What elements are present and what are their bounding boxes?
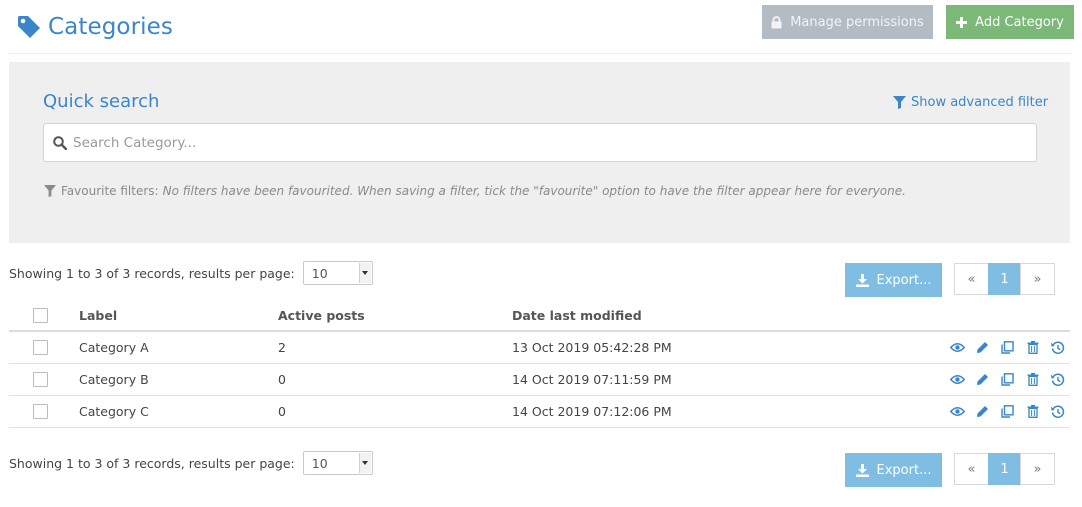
records-summary-top: Showing 1 to 3 of 3 records, results per…	[9, 261, 373, 285]
categories-table: Label Active posts Date last modified Ca…	[9, 300, 1070, 428]
edit-icon[interactable]	[970, 371, 995, 389]
row-actions	[945, 332, 1070, 363]
history-icon[interactable]	[1045, 403, 1070, 421]
pagination-top: « 1 »	[954, 263, 1055, 295]
chevron-down-icon	[358, 453, 371, 473]
filter-icon	[893, 96, 906, 109]
row-select-cell	[33, 396, 48, 427]
row-select-cell	[33, 364, 48, 395]
view-icon[interactable]	[945, 403, 970, 421]
pager-last-button[interactable]: »	[1020, 453, 1055, 485]
export-button[interactable]: Export...	[845, 263, 942, 297]
copy-icon[interactable]	[995, 371, 1020, 389]
copy-icon[interactable]	[995, 403, 1020, 421]
table-header-row: Label Active posts Date last modified	[9, 300, 1070, 332]
table-row: Category C 0 14 Oct 2019 07:12:06 PM	[9, 396, 1070, 428]
tag-icon	[18, 16, 40, 38]
add-category-button[interactable]: Add Category	[946, 5, 1074, 39]
delete-icon[interactable]	[1020, 339, 1045, 357]
delete-icon[interactable]	[1020, 403, 1045, 421]
row-select-cell	[33, 332, 48, 363]
export-label: Export...	[876, 462, 932, 478]
export-label: Export...	[876, 272, 932, 288]
pager-first-button[interactable]: «	[954, 263, 989, 295]
select-all-checkbox[interactable]	[33, 307, 48, 323]
filter-icon	[44, 185, 56, 197]
results-per-page-select[interactable]: 10	[302, 261, 373, 285]
column-header-date-modified[interactable]: Date last modified	[512, 300, 642, 330]
row-label: Category A	[79, 340, 149, 355]
manage-permissions-label: Manage permissions	[790, 14, 924, 30]
download-icon	[855, 273, 869, 287]
pagination-bottom: « 1 »	[954, 453, 1055, 485]
results-per-page-select[interactable]: 10	[302, 451, 373, 475]
quick-search-title: Quick search	[43, 91, 160, 112]
row-checkbox[interactable]	[33, 372, 48, 387]
row-checkbox[interactable]	[33, 340, 48, 355]
row-active-posts: 2	[278, 340, 286, 355]
pager-page-1[interactable]: 1	[988, 453, 1021, 485]
table-row: Category B 0 14 Oct 2019 07:11:59 PM	[9, 364, 1070, 396]
add-category-label: Add Category	[975, 14, 1064, 30]
show-advanced-filter-label: Show advanced filter	[911, 95, 1049, 110]
search-input[interactable]	[71, 133, 1021, 152]
row-date-modified: 13 Oct 2019 05:42:28 PM	[512, 340, 672, 355]
search-icon	[53, 135, 67, 150]
row-label: Category C	[79, 404, 149, 419]
row-checkbox[interactable]	[33, 404, 48, 419]
header-divider	[9, 53, 1072, 54]
history-icon[interactable]	[1045, 339, 1070, 357]
view-icon[interactable]	[945, 371, 970, 389]
row-actions	[945, 364, 1070, 395]
results-per-page-value: 10	[311, 265, 328, 281]
edit-icon[interactable]	[970, 403, 995, 421]
column-header-active-posts[interactable]: Active posts	[278, 300, 365, 330]
page-header: Categories	[16, 10, 173, 44]
row-active-posts: 0	[278, 372, 286, 387]
row-active-posts: 0	[278, 404, 286, 419]
favourite-filters-text: No filters have been favourited. When sa…	[162, 184, 906, 198]
edit-icon[interactable]	[970, 339, 995, 357]
delete-icon[interactable]	[1020, 371, 1045, 389]
table-row: Category A 2 13 Oct 2019 05:42:28 PM	[9, 332, 1070, 364]
chevron-down-icon	[358, 263, 371, 283]
column-header-label[interactable]: Label	[79, 300, 117, 330]
row-date-modified: 14 Oct 2019 07:12:06 PM	[512, 404, 672, 419]
results-per-page-value: 10	[311, 455, 328, 471]
select-all-cell	[33, 300, 48, 330]
pager-page-1[interactable]: 1	[988, 263, 1021, 295]
records-summary-bottom: Showing 1 to 3 of 3 records, results per…	[9, 451, 373, 475]
export-button[interactable]: Export...	[845, 453, 942, 487]
plus-icon	[956, 16, 968, 28]
pager-first-button[interactable]: «	[954, 453, 989, 485]
records-summary-text: Showing 1 to 3 of 3 records, results per…	[9, 265, 295, 281]
view-icon[interactable]	[945, 339, 970, 357]
favourite-filters: Favourite filters: No filters have been …	[44, 184, 906, 198]
copy-icon[interactable]	[995, 339, 1020, 357]
download-icon	[855, 463, 869, 477]
manage-permissions-button[interactable]: Manage permissions	[762, 5, 933, 39]
page-title: Categories	[48, 14, 173, 40]
lock-icon	[771, 15, 782, 28]
favourite-filters-label: Favourite filters:	[61, 184, 159, 198]
row-label: Category B	[79, 372, 149, 387]
row-date-modified: 14 Oct 2019 07:11:59 PM	[512, 372, 672, 387]
show-advanced-filter-link[interactable]: Show advanced filter	[893, 95, 1048, 110]
row-actions	[945, 396, 1070, 427]
search-box	[43, 123, 1037, 162]
records-summary-text: Showing 1 to 3 of 3 records, results per…	[9, 455, 295, 471]
pager-last-button[interactable]: »	[1020, 263, 1055, 295]
history-icon[interactable]	[1045, 371, 1070, 389]
